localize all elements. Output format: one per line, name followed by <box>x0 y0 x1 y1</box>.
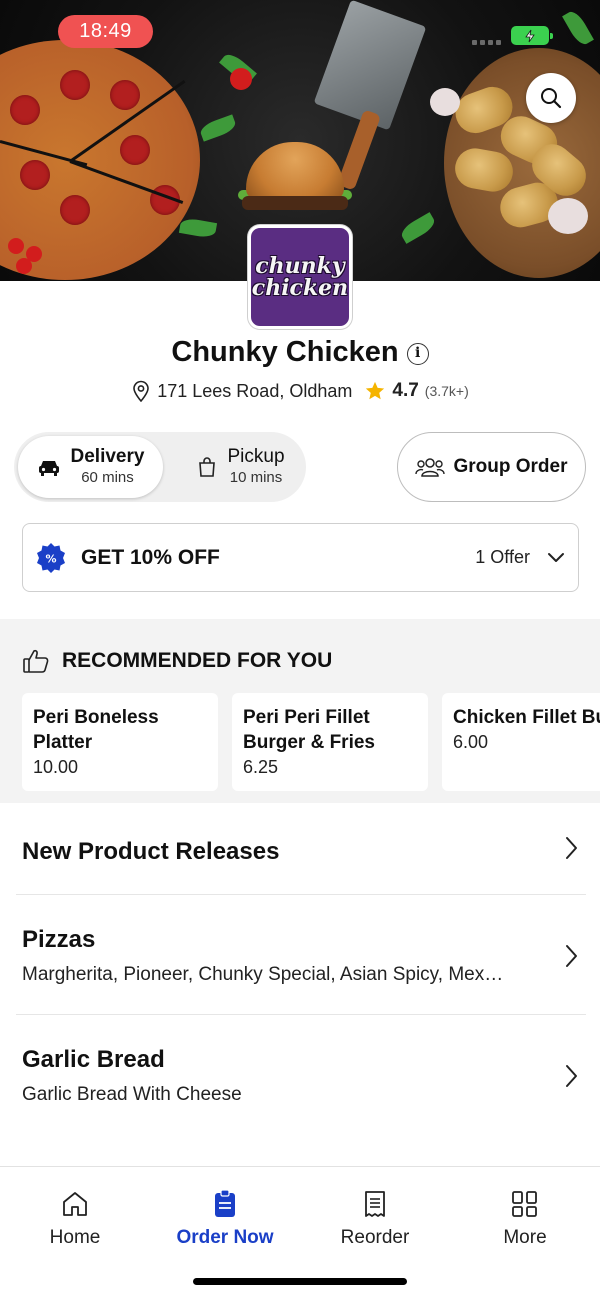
group-order-button[interactable]: Group Order <box>397 432 586 502</box>
recommended-item-price: 6.00 <box>453 732 489 752</box>
restaurant-name: Chunky Chicken <box>171 336 399 368</box>
recommended-heading: RECOMMENDED FOR YOU <box>62 649 333 672</box>
recommended-item[interactable]: Peri Boneless Platter 10.00 <box>22 693 218 791</box>
recommended-item[interactable]: Chicken Fillet Burger & Fries 6.00 <box>442 693 600 791</box>
grid-icon <box>512 1191 537 1217</box>
tab-reorder-label: Reorder <box>340 1227 410 1248</box>
pickup-label: Pickup <box>227 446 285 467</box>
chevron-right-icon <box>566 945 577 967</box>
thumbs-up-icon <box>23 649 49 673</box>
category-title: New Product Releases <box>22 838 280 865</box>
delivery-label: Delivery <box>70 446 145 467</box>
rating-count: (3.7k+) <box>424 383 469 399</box>
restaurant-address: 171 Lees Road, Oldham <box>157 380 353 401</box>
chevron-right-icon <box>566 837 577 859</box>
fulfilment-toggle: Delivery 60 mins Pickup 10 mins <box>14 432 306 502</box>
restaurant-title: Chunky Chicken i <box>0 336 600 369</box>
tab-home[interactable]: Home <box>0 1189 150 1249</box>
group-order-label: Group Order <box>453 456 568 477</box>
pickup-option[interactable]: Pickup 10 mins <box>182 436 300 498</box>
recommended-item-price: 10.00 <box>33 757 79 777</box>
tab-reorder[interactable]: Reorder <box>300 1189 450 1249</box>
pickup-time: 10 mins <box>229 469 283 486</box>
restaurant-meta: 171 Lees Road, Oldham 4.7 (3.7k+) <box>0 380 600 402</box>
recommended-item-price: 6.25 <box>243 757 279 777</box>
offer-count: 1 Offer <box>475 547 530 567</box>
discount-badge-icon: % <box>37 542 65 573</box>
tab-more[interactable]: More <box>450 1189 600 1249</box>
divider <box>16 894 586 895</box>
offer-title: GET 10% OFF <box>81 545 220 569</box>
info-icon[interactable]: i <box>406 343 429 365</box>
logo-text-line-1: chunky <box>255 253 345 279</box>
chevron-down-icon <box>548 552 564 562</box>
receipt-icon <box>365 1191 385 1217</box>
logo-text-line-2: chicken <box>251 275 349 301</box>
recommended-section: RECOMMENDED FOR YOU Peri Boneless Platte… <box>0 619 600 803</box>
restaurant-logo: chunky chicken <box>248 225 352 329</box>
status-time: 18:49 <box>58 15 153 48</box>
tab-order-now-label: Order Now <box>176 1227 274 1248</box>
recommended-item[interactable]: Peri Peri Fillet Burger & Fries 6.25 <box>232 693 428 791</box>
offer-banner[interactable]: % GET 10% OFF 1 Offer <box>22 523 579 592</box>
home-icon <box>63 1192 87 1216</box>
recommended-item-name: Peri Boneless Platter <box>33 707 159 753</box>
tab-order-now[interactable]: Order Now <box>150 1189 300 1249</box>
location-pin-icon <box>133 380 150 402</box>
category-row[interactable]: New Product Releases <box>22 837 600 888</box>
car-icon <box>38 461 59 476</box>
tab-more-label: More <box>503 1227 547 1248</box>
star-icon <box>366 381 385 400</box>
svg-text:%: % <box>45 552 56 565</box>
recommended-item-name: Peri Peri Fillet Burger & Fries <box>243 707 375 753</box>
chevron-right-icon <box>566 1065 577 1087</box>
shopping-bag-icon <box>199 457 216 477</box>
delivery-option[interactable]: Delivery 60 mins <box>18 436 163 498</box>
category-title: Pizzas <box>22 926 96 953</box>
order-icon <box>215 1189 235 1217</box>
burger-image <box>246 142 344 200</box>
recommended-item-name: Chicken Fillet Burger & Fries <box>453 707 600 728</box>
category-title: Garlic Bread <box>22 1046 165 1073</box>
divider <box>16 1014 586 1015</box>
search-icon <box>541 88 562 109</box>
group-users-icon <box>415 458 446 477</box>
home-indicator <box>193 1278 407 1285</box>
rating-value: 4.7 <box>392 380 419 401</box>
category-subtitle: Margherita, Pioneer, Chunky Special, Asi… <box>22 964 504 985</box>
tab-home-label: Home <box>49 1227 101 1248</box>
battery-charging-icon <box>511 26 553 45</box>
delivery-time: 60 mins <box>81 469 134 486</box>
signal-icon <box>472 40 501 45</box>
category-subtitle: Garlic Bread With Cheese <box>22 1084 242 1105</box>
category-row[interactable]: Garlic Bread Garlic Bread With Cheese <box>22 1046 600 1116</box>
recommended-header: RECOMMENDED FOR YOU <box>22 648 332 674</box>
category-row[interactable]: Pizzas Margherita, Pioneer, Chunky Speci… <box>22 926 600 996</box>
search-button[interactable] <box>526 73 576 123</box>
